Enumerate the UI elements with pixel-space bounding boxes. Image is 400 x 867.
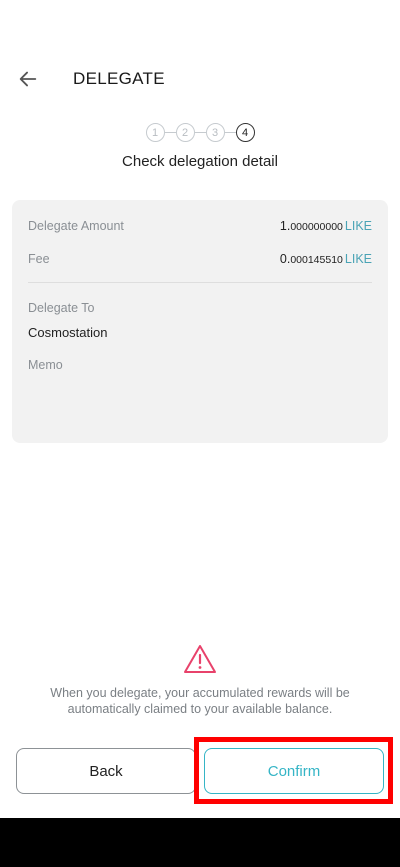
amount-decimals: 000000000 [290,221,343,233]
step-3: 3 [205,123,225,142]
arrow-left-icon[interactable] [17,68,39,90]
step-connector [194,132,206,133]
delegation-detail-card: Delegate Amount 1.000000000 LIKE Fee 0.00… [12,200,388,443]
step-4-current: 4 [235,123,255,142]
fee-decimals: 000145510 [290,254,343,266]
page-title: DELEGATE [73,69,165,88]
amount-integer: 1. [279,219,291,233]
system-nav-bar [0,818,400,867]
step-indicator: 1 2 3 4 [0,123,400,142]
delegate-to-label: Delegate To [28,301,95,315]
memo-label: Memo [28,358,63,372]
fee-label: Fee [28,252,50,266]
step-connector [224,132,236,133]
fee-value: 0.000145510 LIKE [280,252,372,266]
divider [28,282,372,283]
confirm-button[interactable]: Confirm [204,748,384,794]
step-connector [164,132,176,133]
reward-notice: When you delegate, your accumulated rewa… [50,686,350,716]
fee-denom: LIKE [344,252,372,266]
top-bar: DELEGATE [0,58,400,100]
amount-value: 1.000000000 LIKE [280,219,372,233]
step-1: 1 [145,123,165,142]
amount-label: Delegate Amount [28,219,124,233]
back-button[interactable]: Back [16,748,196,794]
amount-denom: LIKE [344,219,372,233]
step-caption: Check delegation detail [122,153,278,170]
step-2: 2 [175,123,195,142]
warning-triangle-icon [184,645,216,673]
validator-name: Cosmostation [28,325,108,340]
fee-integer: 0. [279,252,291,266]
